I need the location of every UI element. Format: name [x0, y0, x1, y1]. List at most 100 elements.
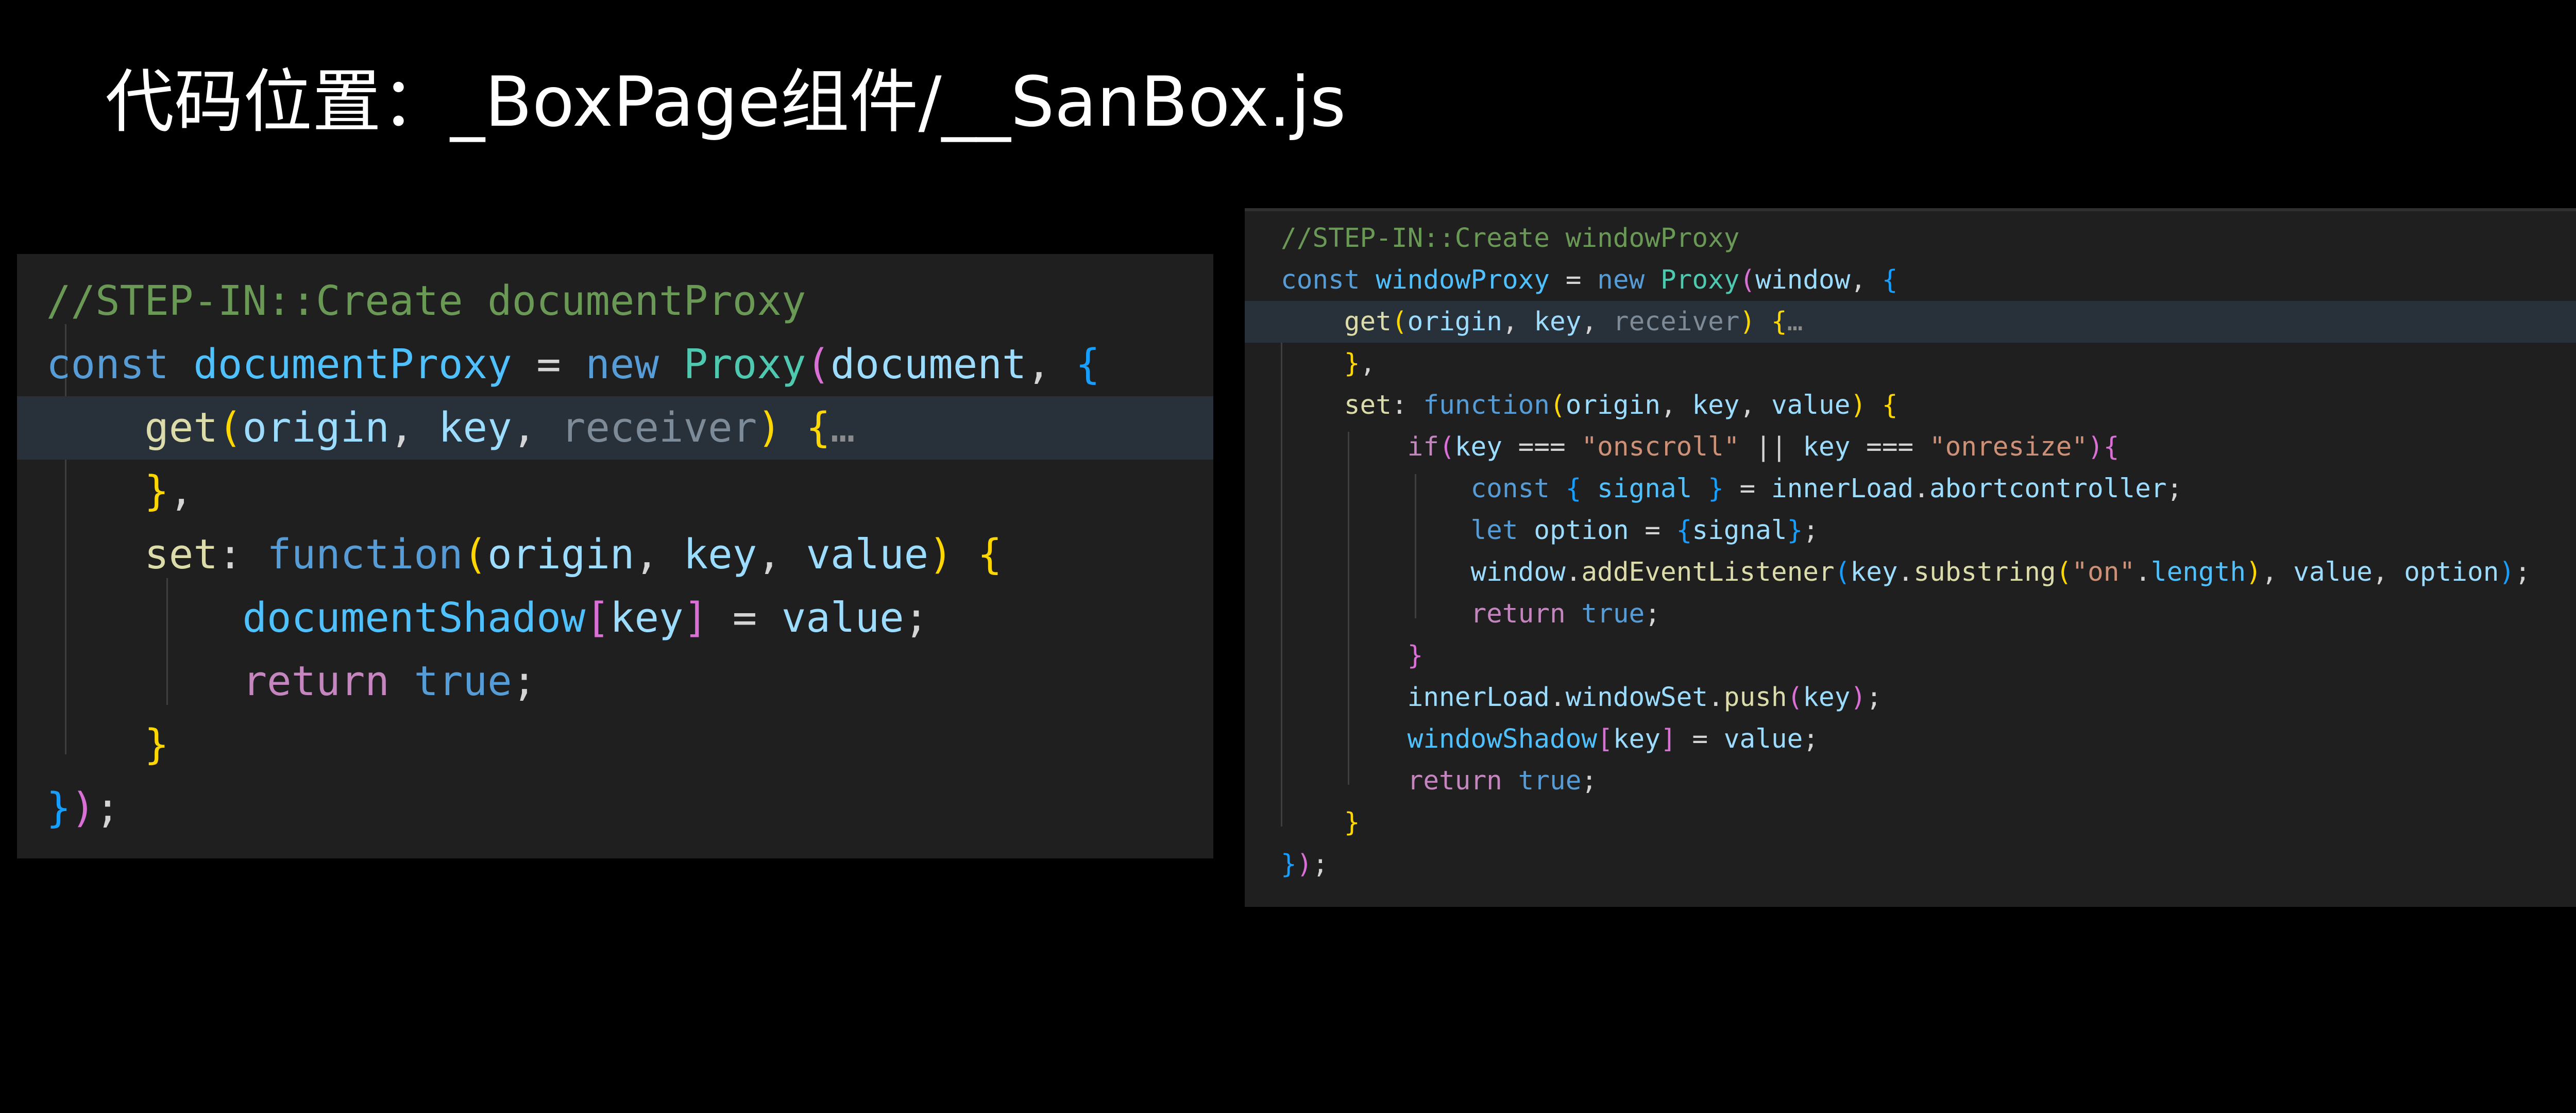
- code-token: return: [242, 657, 414, 705]
- code-token: option: [2404, 557, 2499, 587]
- code-token: ,: [757, 531, 806, 578]
- code-token: .: [1897, 557, 1914, 587]
- code-token: {: [1075, 341, 1100, 388]
- code-token: }: [1407, 640, 1423, 671]
- code-token: …: [1787, 307, 1803, 337]
- code-line: //STEP-IN::Create windowProxy: [1245, 217, 2576, 259]
- code-token: signal: [1597, 474, 1692, 504]
- code-line-highlighted: get(origin, key, receiver) {…: [1245, 301, 2576, 343]
- code-token: documentShadow: [242, 594, 586, 642]
- code-token: key: [1692, 390, 1740, 420]
- code-token: value: [806, 531, 929, 578]
- code-token: .: [1708, 682, 1724, 713]
- code-token: key: [438, 404, 512, 451]
- code-token: ): [1739, 307, 1771, 337]
- code-token: (: [1439, 432, 1455, 462]
- code-token: ,: [634, 531, 684, 578]
- code-token: }: [1344, 807, 1360, 838]
- code-token: ,: [1739, 390, 1771, 420]
- code-token: //STEP-IN::Create windowProxy: [1281, 223, 1740, 254]
- code-token: (: [1739, 265, 1756, 295]
- code-token: (: [1550, 390, 1566, 420]
- code-token: ;: [1866, 682, 1882, 713]
- code-token: value: [2293, 557, 2372, 587]
- code-line: }: [1245, 635, 2576, 677]
- code-token: .: [2135, 557, 2151, 587]
- code-line: return true;: [17, 650, 1213, 713]
- code-token: windowSet: [1565, 682, 1708, 713]
- code-token: set: [144, 531, 218, 578]
- code-token: ): [1850, 682, 1867, 713]
- code-token: const: [1470, 474, 1566, 504]
- code-line: });: [1245, 844, 2576, 885]
- code-line: const windowProxy = new Proxy(window, {: [1245, 259, 2576, 301]
- code-token: signal: [1692, 515, 1787, 546]
- code-token: substring: [1913, 557, 2056, 587]
- code-line: innerLoad.windowSet.push(key);: [1245, 677, 2576, 718]
- code-line: const documentProxy = new Proxy(document…: [17, 333, 1213, 396]
- code-token: window: [1755, 265, 1851, 295]
- code-token: ;: [1803, 515, 1819, 546]
- code-token: ,: [2372, 557, 2404, 587]
- code-token: ,: [168, 467, 194, 515]
- code-token: }: [1281, 849, 1297, 880]
- code-token: key: [683, 531, 757, 578]
- code-token: ): [2499, 557, 2515, 587]
- code-token: ,: [1581, 307, 1613, 337]
- code-token: if: [1407, 432, 1439, 462]
- code-token: (: [1391, 307, 1408, 337]
- code-token: (: [2056, 557, 2072, 587]
- code-token: {: [1882, 390, 1898, 420]
- code-token: abortcontroller: [1929, 474, 2167, 504]
- code-token: ,: [1360, 348, 1376, 379]
- code-token: let: [1470, 515, 1534, 546]
- window-proxy-code-panel: //STEP-IN::Create windowProxy const wind…: [1245, 208, 2576, 907]
- code-token: set: [1344, 390, 1392, 420]
- code-token: windowShadow: [1407, 724, 1598, 754]
- code-token: key: [1803, 432, 1851, 462]
- code-token: receiver: [561, 404, 757, 451]
- code-token: {: [1882, 265, 1898, 295]
- code-token: ]: [683, 594, 708, 642]
- code-token: new: [1597, 265, 1660, 295]
- code-token: ;: [1645, 599, 1660, 629]
- code-line: //STEP-IN::Create documentProxy: [17, 269, 1213, 333]
- code-line: documentShadow[key] = value;: [17, 586, 1213, 650]
- code-token: (: [217, 404, 243, 451]
- code-token: ||: [1739, 432, 1803, 462]
- code-token: addEventListener: [1581, 557, 1835, 587]
- code-token: //STEP-IN::Create documentProxy: [46, 277, 806, 325]
- code-token: origin: [487, 531, 635, 578]
- code-token: ===: [1850, 432, 1929, 462]
- code-line: windowShadow[key] = value;: [1245, 718, 2576, 760]
- code-token: ;: [1581, 766, 1598, 796]
- code-line: if(key === "onscroll" || key === "onresi…: [1245, 426, 2576, 468]
- code-token: length: [2150, 557, 2246, 587]
- code-token: ): [1296, 849, 1313, 880]
- code-token: ;: [1312, 849, 1329, 880]
- code-token: ;: [1803, 724, 1819, 754]
- code-line: }: [1245, 802, 2576, 844]
- code-token: ;: [95, 784, 120, 832]
- code-token: origin: [1565, 390, 1660, 420]
- code-token: (: [1834, 557, 1851, 587]
- code-token: }: [1344, 348, 1360, 379]
- code-token: ,: [1026, 341, 1076, 388]
- code-token: =: [1550, 265, 1598, 295]
- code-token: {: [1771, 307, 1787, 337]
- code-token: ): [71, 784, 96, 832]
- code-line: set: function(origin, key, value) {: [1245, 384, 2576, 426]
- code-token: =: [1723, 474, 1771, 504]
- code-token: ,: [389, 404, 438, 451]
- code-token: true: [414, 657, 512, 705]
- document-proxy-code-panel: //STEP-IN::Create documentProxy const do…: [17, 254, 1213, 858]
